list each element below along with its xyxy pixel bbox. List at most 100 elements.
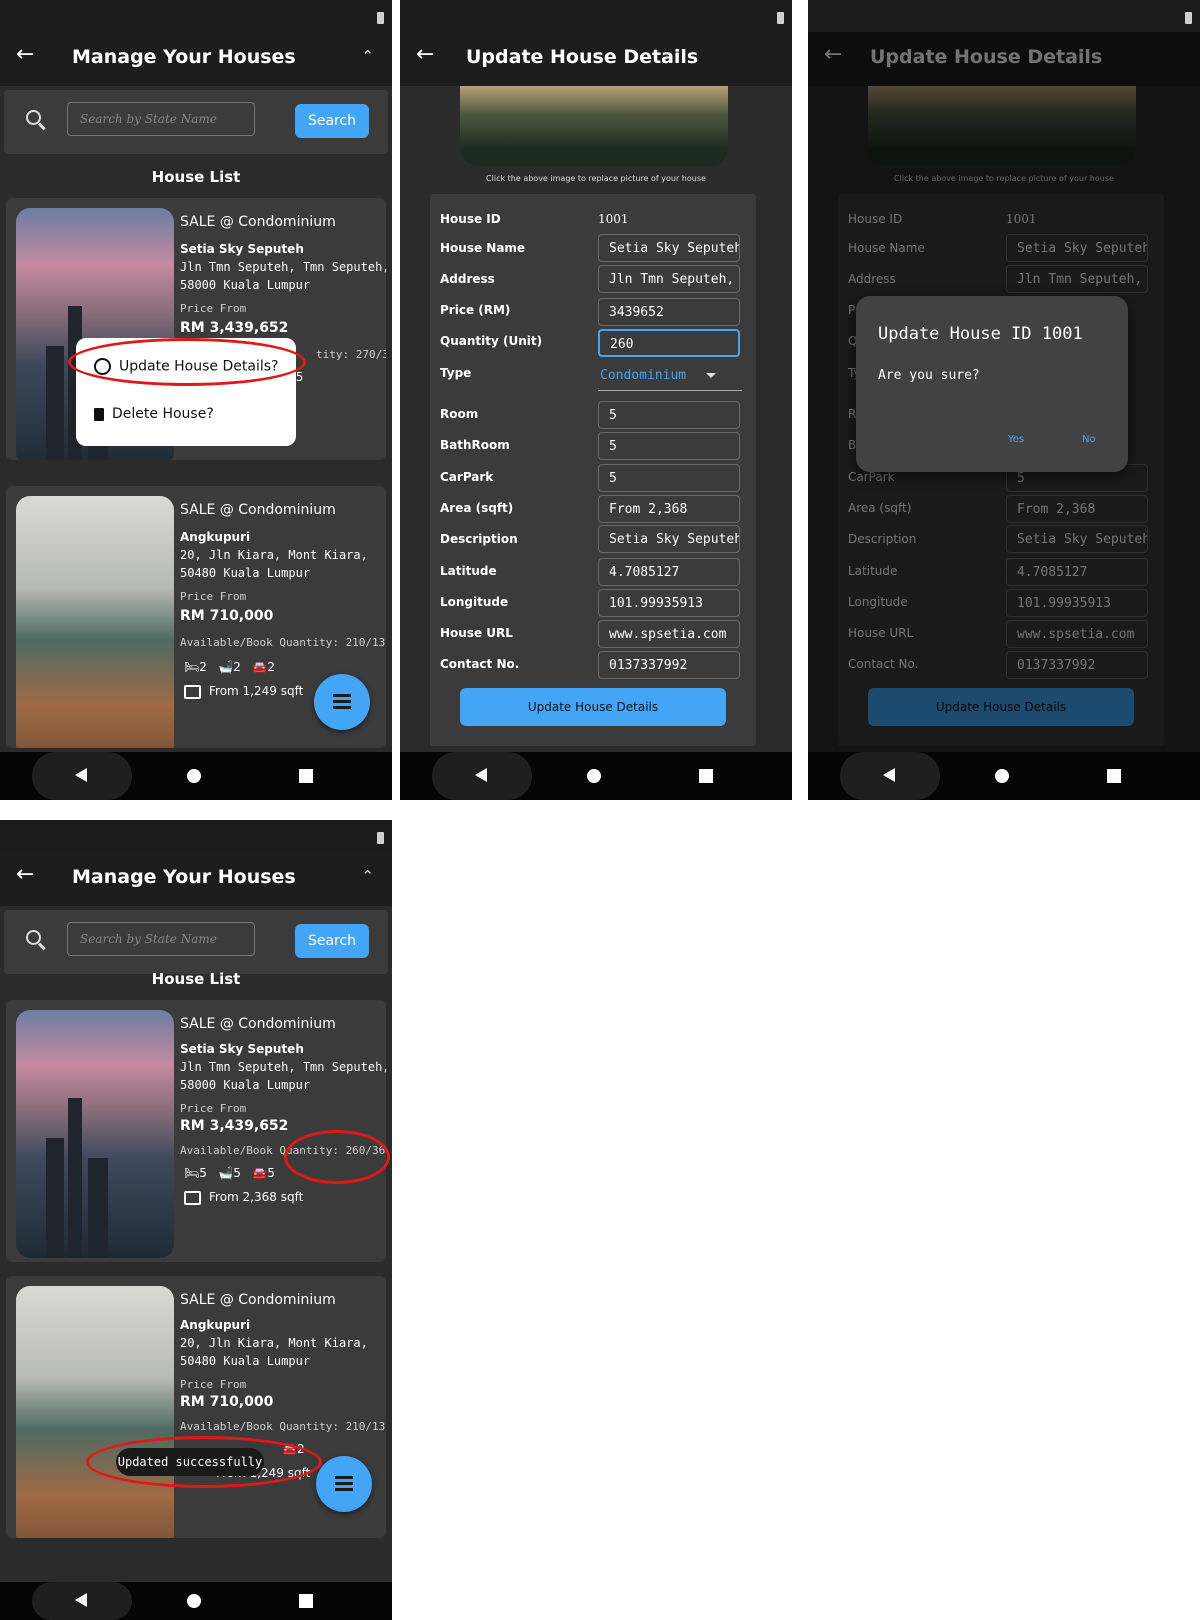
nav-bar [400, 752, 792, 800]
address-label: Address [440, 272, 495, 286]
status-bar [0, 0, 392, 32]
nav-bar [0, 1582, 392, 1620]
card-price-label: Price From [180, 302, 247, 315]
search-input[interactable] [67, 102, 255, 136]
back-arrow-icon[interactable]: ← [416, 42, 434, 67]
nav-recent-icon[interactable] [699, 769, 713, 783]
quantity-field[interactable]: 260 [598, 329, 740, 357]
card-features: 🛏2 🛁2 🚘2 [184, 660, 275, 674]
confirm-dialog: Update House ID 1001 Are you sure? Yes N… [856, 296, 1128, 472]
search-button[interactable]: Search [295, 104, 369, 138]
back-arrow-icon[interactable]: ← [16, 862, 34, 887]
menu-fab[interactable] [316, 1456, 372, 1512]
nav-home-icon[interactable] [187, 1594, 201, 1608]
contact-label: Contact No. [440, 657, 520, 671]
longitude-field[interactable]: 101.99935913 [598, 589, 740, 617]
type-select[interactable]: Condominium [598, 368, 742, 391]
search-bar: Search [4, 90, 388, 154]
house-image-picker[interactable] [460, 86, 728, 166]
dialog-no-button[interactable]: No [1082, 434, 1096, 445]
search-input[interactable] [67, 922, 255, 956]
house-name-label: House Name [440, 241, 526, 255]
house-url-field[interactable]: www.spsetia.com [598, 620, 740, 648]
card-price: RM 710,000 [180, 1394, 274, 1410]
card-quantity: Available/Book Quantity: 210/13 [180, 636, 386, 649]
highlight-ring [284, 1130, 390, 1184]
status-bar [0, 820, 392, 852]
bathroom-label: BathRoom [440, 438, 510, 452]
nav-home-icon[interactable] [587, 769, 601, 783]
chevron-up-icon[interactable]: ⌃ [361, 47, 374, 65]
nav-bar [808, 752, 1200, 800]
card-rooms: 5 [296, 370, 304, 384]
menu-icon [333, 694, 351, 697]
battery-icon [377, 12, 384, 24]
delete-house-menu-item[interactable]: Delete House? [94, 406, 214, 422]
card-address-1: Jln Tmn Seputeh, Tmn Seputeh, [180, 1060, 386, 1074]
dialog-yes-button[interactable]: Yes [1008, 434, 1024, 445]
nav-home-icon[interactable] [187, 769, 201, 783]
nav-back-icon[interactable] [75, 1593, 87, 1607]
car-count: 5 [267, 1166, 275, 1180]
nav-recent-icon[interactable] [299, 1594, 313, 1608]
nav-back-icon[interactable] [75, 768, 87, 782]
house-id-label: House ID [440, 212, 501, 226]
app-bar: ← Update House Details [400, 32, 792, 86]
app-bar: ← Manage Your Houses ⌃ [0, 852, 392, 906]
menu-fab[interactable] [314, 674, 370, 730]
house-image [16, 496, 174, 748]
area-icon [184, 1190, 201, 1205]
card-type: SALE @ Condominium [180, 1292, 336, 1308]
card-name: Setia Sky Seputeh [180, 242, 304, 256]
house-name-field[interactable]: Setia Sky Seputeh [598, 234, 740, 262]
longitude-label: Longitude [440, 595, 509, 609]
card-name: Setia Sky Seputeh [180, 1042, 304, 1056]
description-field[interactable]: Setia Sky Seputeh is [598, 525, 740, 553]
image-caption: Click the above image to replace picture… [486, 174, 706, 183]
app-bar: ← Manage Your Houses ⌃ [0, 32, 392, 86]
update-house-button[interactable]: Update House Details [460, 688, 726, 726]
nav-recent-icon[interactable] [299, 769, 313, 783]
status-bar [808, 0, 1200, 32]
card-price: RM 3,439,652 [180, 1118, 289, 1134]
card-name: Angkupuri [180, 1318, 251, 1332]
back-arrow-icon[interactable]: ← [16, 42, 34, 67]
bed-icon: 🛏 [184, 660, 200, 674]
room-field[interactable]: 5 [598, 401, 740, 429]
price-field[interactable]: 3439652 [598, 298, 740, 326]
card-type: SALE @ Condominium [180, 214, 336, 230]
card-address-2: 58000 Kuala Lumpur [180, 278, 311, 292]
screen-manage-houses: ← Manage Your Houses ⌃ Search House List… [0, 0, 392, 800]
nav-home-icon[interactable] [995, 769, 1009, 783]
area-text: From 2,368 sqft [209, 1190, 304, 1204]
nav-recent-icon[interactable] [1107, 769, 1121, 783]
card-address-1: 20, Jln Kiara, Mont Kiara, [180, 548, 368, 562]
bathroom-field[interactable]: 5 [598, 432, 740, 460]
screen-confirm-dialog: ← Update House Details Click the above i… [808, 0, 1200, 800]
card-type: SALE @ Condominium [180, 502, 336, 518]
house-url-label: House URL [440, 626, 513, 640]
latitude-field[interactable]: 4.7085127 [598, 558, 740, 586]
area-field[interactable]: From 2,368 [598, 495, 740, 523]
contact-field[interactable]: 0137337992 [598, 651, 740, 679]
description-label: Description [440, 532, 518, 546]
bath-icon: 🛁 [218, 1166, 234, 1180]
menu-icon [335, 1476, 353, 1479]
address-field[interactable]: Jln Tmn Seputeh, Tmn [598, 265, 740, 293]
area-icon [184, 684, 201, 699]
nav-back-icon[interactable] [883, 768, 895, 782]
carpark-field[interactable]: 5 [598, 464, 740, 492]
search-button[interactable]: Search [295, 924, 369, 958]
page-title: Manage Your Houses [72, 46, 296, 68]
card-price-label: Price From [180, 1102, 247, 1115]
card-features: 🛏5 🛁5 🚘5 [184, 1166, 275, 1180]
nav-back-icon[interactable] [475, 768, 487, 782]
card-quantity: Available/Book Quantity: 210/13 [180, 1420, 386, 1433]
dialog-title: Update House ID 1001 [878, 324, 1083, 344]
card-address-2: 50480 Kuala Lumpur [180, 1354, 311, 1368]
chevron-up-icon[interactable]: ⌃ [361, 867, 374, 885]
card-price: RM 710,000 [180, 608, 274, 624]
highlight-ring [68, 338, 306, 386]
battery-icon [1185, 12, 1192, 24]
battery-icon [777, 12, 784, 24]
